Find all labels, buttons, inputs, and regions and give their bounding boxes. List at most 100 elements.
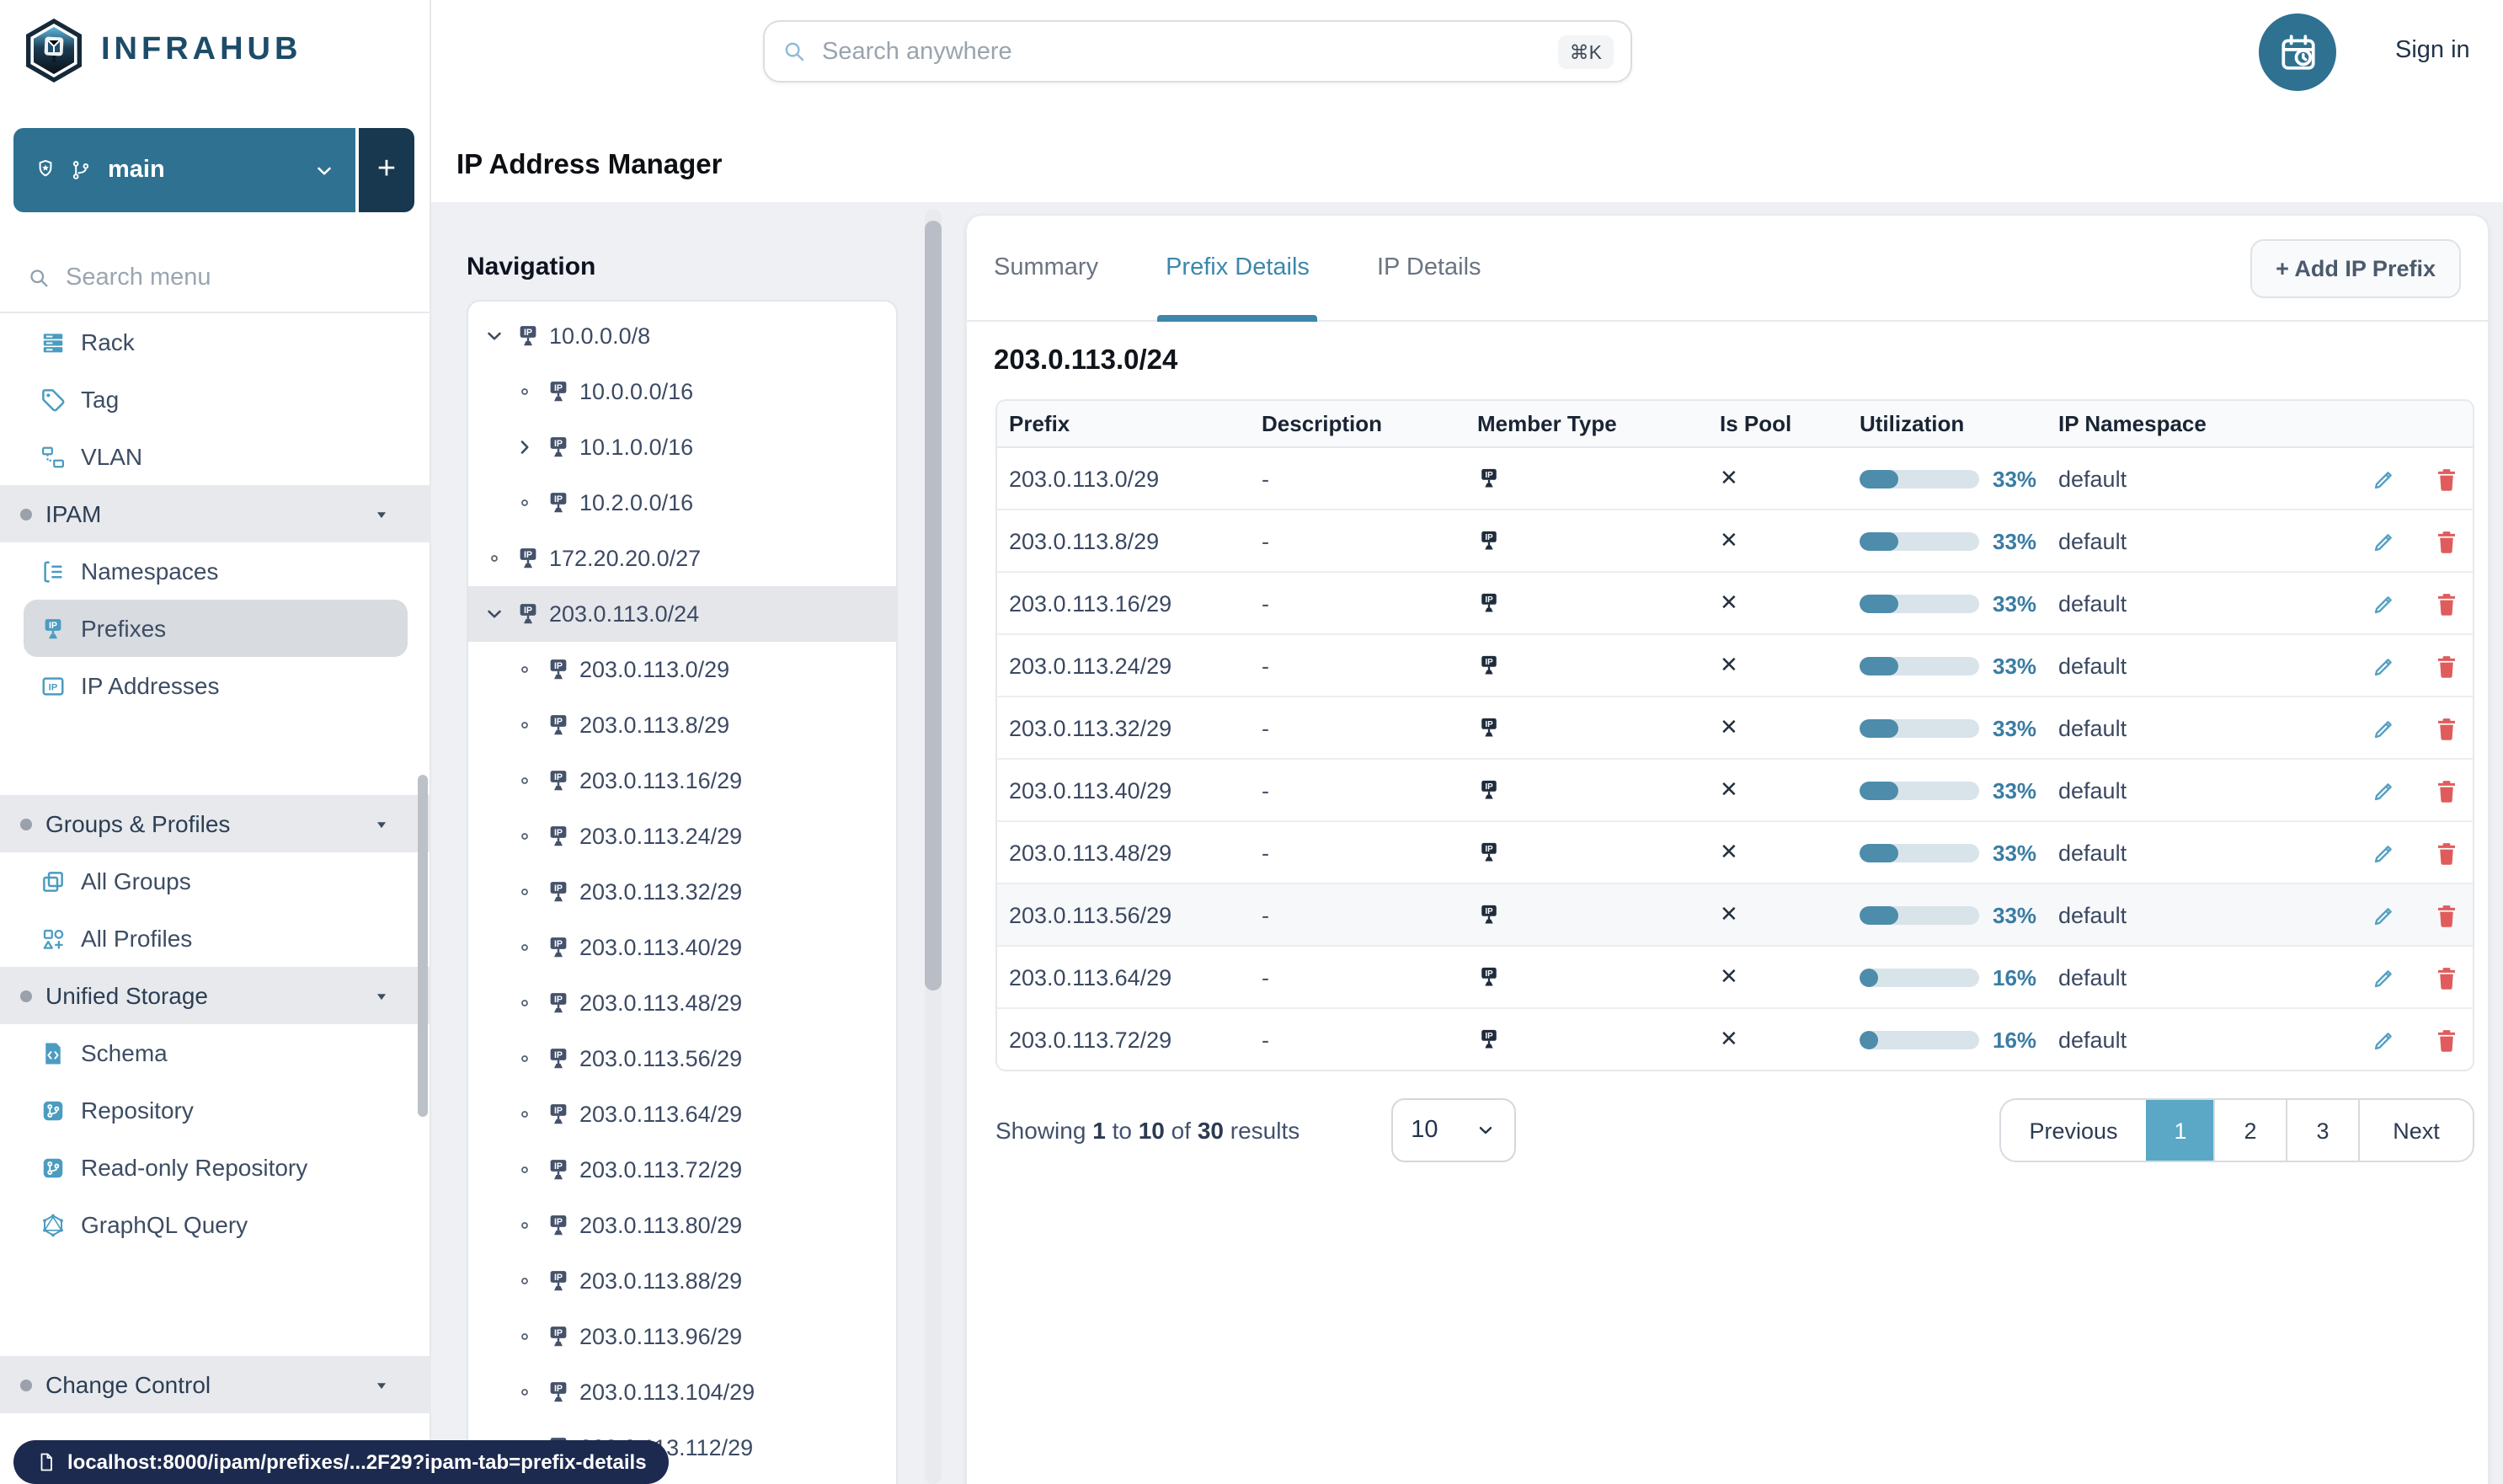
edit-prefix-button[interactable]	[2372, 653, 2397, 678]
delete-prefix-button[interactable]	[2434, 777, 2459, 803]
tree-item-label: 10.0.0.0/16	[579, 379, 694, 404]
prefix-icon	[546, 768, 571, 793]
sidebar-section-unified-storage[interactable]: Unified Storage	[0, 967, 431, 1024]
utilization-percent: 33%	[1993, 653, 2037, 678]
tree-scrollbar-thumb[interactable]	[925, 221, 942, 990]
tree-item-10-0-0-0-8[interactable]: 10.0.0.0/8	[468, 308, 896, 364]
edit-prefix-button[interactable]	[2372, 840, 2397, 865]
tab-summary[interactable]: Summary	[994, 216, 1098, 320]
sidebar-item-vlan[interactable]: VLAN	[0, 428, 431, 485]
sidebar-item-repository[interactable]: Repository	[0, 1081, 431, 1139]
delete-prefix-button[interactable]	[2434, 653, 2459, 678]
sidebar-item-all-groups[interactable]: All Groups	[0, 852, 431, 910]
tree-item-203-0-113-56-29[interactable]: 203.0.113.56/29	[468, 1031, 896, 1086]
readonly-repository-icon	[40, 1155, 66, 1180]
sidebar-item-ip-addresses[interactable]: IP Addresses	[0, 657, 431, 714]
tree-item-203-0-113-40-29[interactable]: 203.0.113.40/29	[468, 920, 896, 975]
utilization-percent: 16%	[1993, 964, 2037, 990]
tree-item-10-0-0-0-16[interactable]: 10.0.0.0/16	[468, 364, 896, 419]
cell-member-type	[1465, 716, 1708, 739]
add-branch-button[interactable]: +	[359, 128, 414, 212]
sidebar-item-rack[interactable]: Rack	[0, 313, 431, 371]
tab-prefix-details[interactable]: Prefix Details	[1157, 216, 1319, 322]
page-button-2[interactable]: 2	[2213, 1100, 2286, 1161]
prefix-icon	[546, 657, 571, 682]
tree-item-203-0-113-0-29[interactable]: 203.0.113.0/29	[468, 642, 896, 697]
tree-item-203-0-113-48-29[interactable]: 203.0.113.48/29	[468, 975, 896, 1031]
sidebar-section-ipam[interactable]: IPAM	[0, 485, 431, 542]
section-bullet-icon	[20, 818, 32, 830]
edit-prefix-button[interactable]	[2372, 902, 2397, 927]
delete-prefix-button[interactable]	[2434, 1027, 2459, 1052]
sidebar-item-schema[interactable]: Schema	[0, 1024, 431, 1081]
page-button-1[interactable]: 1	[2146, 1100, 2213, 1161]
tree-item-203-0-113-24-29[interactable]: 203.0.113.24/29	[468, 809, 896, 864]
tree-item-10-2-0-0-16[interactable]: 10.2.0.0/16	[468, 475, 896, 531]
time-travel-button[interactable]	[2259, 13, 2336, 91]
tree-item-10-1-0-0-16[interactable]: 10.1.0.0/16	[468, 419, 896, 475]
edit-prefix-button[interactable]	[2372, 590, 2397, 616]
sidebar-item-namespaces[interactable]: Namespaces	[0, 542, 431, 600]
table-row: 203.0.113.16/29 - ✕ 33% default	[997, 573, 2473, 635]
branch-select-button[interactable]: main	[13, 128, 355, 212]
cell-prefix: 203.0.113.72/29	[1009, 1027, 1172, 1052]
branch-name: main	[108, 157, 165, 184]
previous-page-button[interactable]: Previous	[2001, 1100, 2146, 1161]
delete-prefix-button[interactable]	[2434, 715, 2459, 740]
delete-prefix-button[interactable]	[2434, 840, 2459, 865]
sidebar-item-read-only-repository[interactable]: Read-only Repository	[0, 1139, 431, 1196]
circle-icon	[518, 941, 531, 954]
global-search-input[interactable]: Search anywhere ⌘K	[763, 20, 1632, 83]
vlan-icon	[40, 444, 66, 469]
prefix-icon	[546, 990, 571, 1016]
tree-item-203-0-113-32-29[interactable]: 203.0.113.32/29	[468, 864, 896, 920]
sidebar-scrollbar[interactable]	[418, 775, 428, 1117]
tree-item-203-0-113-96-29[interactable]: 203.0.113.96/29	[468, 1309, 896, 1364]
delete-prefix-button[interactable]	[2434, 590, 2459, 616]
utilization-bar	[1860, 469, 1979, 488]
cell-namespace: default	[2058, 964, 2127, 990]
delete-prefix-button[interactable]	[2434, 902, 2459, 927]
tree-scrollbar-track[interactable]	[925, 209, 942, 1484]
sidebar-item-graphql-query[interactable]: GraphQL Query	[0, 1196, 431, 1253]
delete-prefix-button[interactable]	[2434, 528, 2459, 553]
page-size-select[interactable]: 10	[1390, 1098, 1516, 1162]
prefix-tree: 10.0.0.0/8 10.0.0.0/16 10.1.0.0/16 10.2.0.0…	[468, 302, 896, 1484]
cell-utilization: 33%	[1848, 715, 2047, 740]
tree-item-203-0-113-16-29[interactable]: 203.0.113.16/29	[468, 753, 896, 809]
sidebar-item-prefixes[interactable]: Prefixes	[24, 600, 408, 657]
logo[interactable]: INFRAHUB	[0, 0, 430, 84]
sign-in-link[interactable]: Sign in	[2395, 37, 2470, 64]
tree-item-203-0-113-8-29[interactable]: 203.0.113.8/29	[468, 697, 896, 753]
edit-prefix-button[interactable]	[2372, 715, 2397, 740]
edit-prefix-button[interactable]	[2372, 964, 2397, 990]
cell-namespace: default	[2058, 715, 2127, 740]
add-ip-prefix-button[interactable]: + Add IP Prefix	[2250, 238, 2461, 297]
sidebar-section-groups-profiles[interactable]: Groups & Profiles	[0, 795, 431, 852]
delete-prefix-button[interactable]	[2434, 466, 2459, 491]
tab-ip-details[interactable]: IP Details	[1377, 216, 1481, 320]
sidebar-item-tag[interactable]: Tag	[0, 371, 431, 428]
cell-prefix: 203.0.113.24/29	[1009, 653, 1172, 678]
sidebar-search-input[interactable]: Search menu	[0, 244, 431, 313]
sidebar-item-all-profiles[interactable]: All Profiles	[0, 910, 431, 967]
edit-prefix-button[interactable]	[2372, 777, 2397, 803]
tree-item-203-0-113-64-29[interactable]: 203.0.113.64/29	[468, 1086, 896, 1142]
delete-prefix-button[interactable]	[2434, 964, 2459, 990]
sidebar-section-change-control[interactable]: Change Control	[0, 1356, 431, 1413]
tag-icon	[40, 387, 66, 412]
tree-item-203-0-113-72-29[interactable]: 203.0.113.72/29	[468, 1142, 896, 1198]
tree-item-203-0-113-88-29[interactable]: 203.0.113.88/29	[468, 1253, 896, 1309]
prefix-icon	[546, 435, 571, 460]
tree-item-203-0-113-80-29[interactable]: 203.0.113.80/29	[468, 1198, 896, 1253]
utilization-bar-fill	[1860, 843, 1899, 862]
next-page-button[interactable]: Next	[2358, 1100, 2473, 1161]
edit-prefix-button[interactable]	[2372, 528, 2397, 553]
tree-item-172-20-20-0-27[interactable]: 172.20.20.0/27	[468, 531, 896, 586]
tree-item-203-0-113-0-24[interactable]: 203.0.113.0/24	[468, 586, 896, 642]
page-button-3[interactable]: 3	[2286, 1100, 2358, 1161]
utilization-percent: 33%	[1993, 466, 2037, 491]
tree-item-203-0-113-104-29[interactable]: 203.0.113.104/29	[468, 1364, 896, 1420]
edit-prefix-button[interactable]	[2372, 466, 2397, 491]
edit-prefix-button[interactable]	[2372, 1027, 2397, 1052]
